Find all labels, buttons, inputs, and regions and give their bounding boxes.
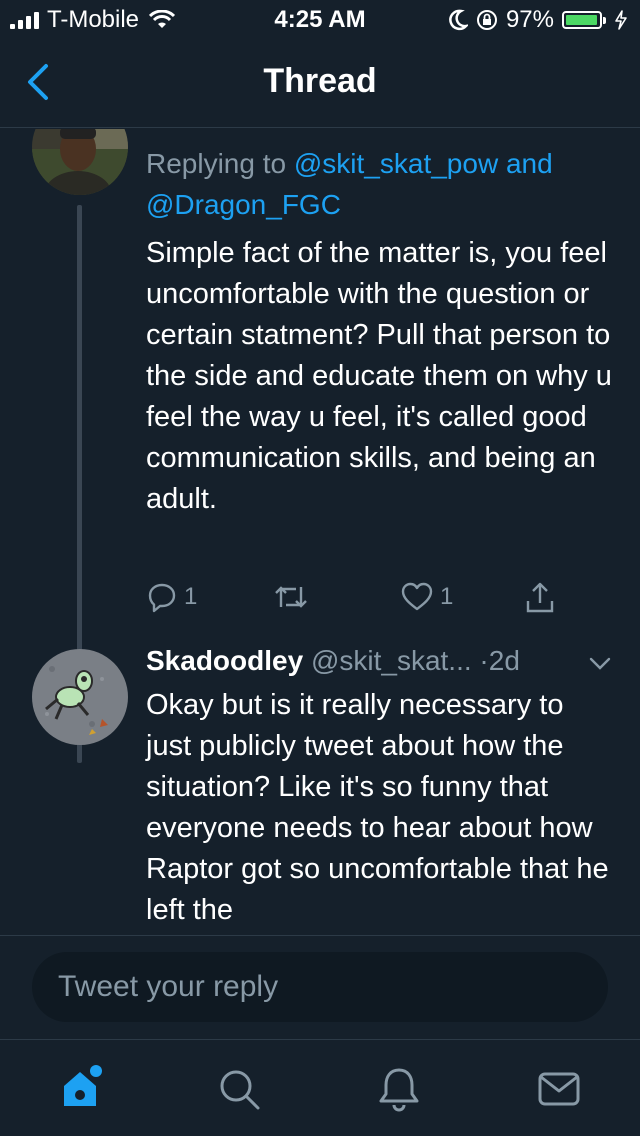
replying-to: Replying to @skit_skat_pow and @Dragon_FG… [146,143,616,225]
display-name[interactable]: Skadoodley [146,645,303,676]
page-title: Thread [263,62,377,100]
like-button[interactable]: 1 [400,581,453,613]
tweet-header: Skadoodley @skit_skat... ·2d [146,645,626,677]
notifications-icon[interactable] [374,1064,424,1114]
messages-icon[interactable] [534,1064,584,1114]
tweet-text[interactable]: Okay but is it really necessary to just … [146,685,616,931]
tab-bar [0,1039,640,1136]
charging-icon [615,10,627,30]
share-button[interactable] [524,581,556,615]
mention-link[interactable]: @Dragon_FGC [146,189,341,220]
retweet-button[interactable] [272,581,310,613]
battery-percent: 97% [505,6,554,33]
moon-icon [449,9,468,31]
replying-to-label: Replying to [146,148,294,179]
reply-icon [148,583,176,613]
tweet-text[interactable]: Simple fact of the matter is, you feel u… [146,233,616,520]
status-icons: 97% [448,6,628,34]
mention-link[interactable]: @skit_skat_pow [294,148,498,179]
search-icon[interactable] [214,1064,264,1114]
avatar[interactable] [32,649,128,745]
rotation-lock-icon [476,10,497,30]
mention-joiner[interactable]: and [498,148,553,179]
reply-button[interactable]: 1 [146,581,197,613]
tweet-time: ·2d [471,645,520,676]
like-count: 1 [440,583,454,610]
battery-fill [566,15,598,25]
home-icon[interactable] [56,1064,106,1114]
heart-icon [401,582,433,611]
nav-header: Thread [0,40,640,128]
chevron-down-icon[interactable] [588,656,612,672]
avatar[interactable] [32,129,128,195]
reply-composer [0,935,640,1039]
user-handle[interactable]: @skit_skat... [303,645,472,676]
tweet-actions: 1 1 [146,581,606,621]
reply-count: 1 [184,583,198,610]
share-icon [526,582,554,613]
thread-feed[interactable]: Replying to @skit_skat_pow and @Dragon_FG… [0,129,640,935]
reply-input[interactable] [32,952,608,1022]
battery-icon [562,11,606,29]
status-bar: T-Mobile 4:25 AM 97% [0,0,640,40]
retweet-icon [275,586,307,608]
